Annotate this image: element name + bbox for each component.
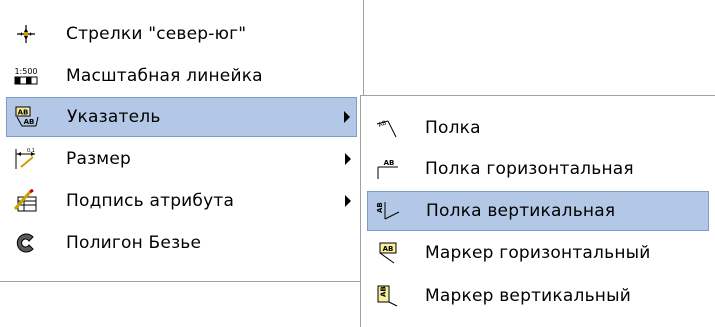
menu-item-bezier-polygon[interactable]: Полигон Безье: [6, 223, 357, 263]
menu-item-scale-bar[interactable]: 1:500 Масштабная линейка: [6, 56, 357, 96]
horizontal-shelf-icon-text: AB: [384, 159, 395, 167]
leader-pointer-icon-text-lower: AB: [24, 118, 35, 126]
menu-item-attribute-label[interactable]: Подпись атрибута: [6, 181, 357, 221]
svg-text:0,1: 0,1: [27, 148, 35, 154]
menu-item-label: Маркер горизонтальный: [425, 243, 651, 263]
submenu-item-shelf[interactable]: AB Полка: [367, 108, 709, 148]
submenu-pointer: AB Полка AB Полка горизонтальная AB Полк…: [360, 95, 715, 327]
horizontal-marker-icon: AB: [373, 239, 401, 267]
submenu-item-horizontal-shelf[interactable]: AB Полка горизонтальная: [367, 149, 709, 189]
scale-bar-icon-text: 1:500: [14, 67, 37, 76]
bezier-polygon-icon: [12, 229, 40, 257]
svg-text:AB: AB: [377, 119, 387, 128]
menu-item-label: Полка вертикальная: [426, 201, 616, 221]
dimension-icon: 0,1: [12, 145, 40, 173]
vertical-marker-icon: AB: [373, 282, 401, 310]
leader-pointer-icon-text: AB: [18, 109, 29, 117]
scale-bar-icon: 1:500: [12, 62, 40, 90]
submenu-arrow-icon: [345, 195, 351, 207]
context-menu: Стрелки "север-юг" 1:500 Масштабная лине…: [0, 0, 364, 282]
submenu-item-vertical-shelf[interactable]: AB Полка вертикальная: [367, 191, 709, 231]
menu-item-label: Полка горизонтальная: [425, 159, 634, 179]
menu-item-label: Указатель: [67, 107, 161, 127]
horizontal-marker-icon-text: AB: [383, 245, 394, 253]
menu-item-label: Масштабная линейка: [66, 66, 263, 86]
vertical-shelf-icon: AB: [374, 197, 402, 225]
menu-item-label: Полигон Безье: [66, 233, 202, 253]
menu-item-label: Полка: [425, 118, 481, 138]
leader-shelf-icon: AB: [373, 114, 401, 142]
menu-item-label: Размер: [66, 149, 131, 169]
submenu-item-horizontal-marker[interactable]: AB Маркер горизонтальный: [367, 233, 709, 273]
submenu-arrow-icon: [344, 111, 350, 123]
menu-item-north-south-arrows[interactable]: Стрелки "север-юг": [6, 14, 357, 54]
horizontal-shelf-icon: AB: [373, 155, 401, 183]
menu-item-label: Маркер вертикальный: [425, 286, 631, 306]
submenu-arrow-icon: [345, 153, 351, 165]
menu-item-pointer[interactable]: AB AB Указатель: [6, 97, 357, 137]
north-south-arrows-icon: [12, 20, 40, 48]
attribute-label-icon: [12, 187, 40, 215]
svg-text:AB: AB: [376, 202, 384, 213]
menu-item-dimension[interactable]: 0,1 Размер: [6, 139, 357, 179]
leader-pointer-icon: AB AB: [13, 103, 41, 131]
svg-text:AB: AB: [380, 286, 388, 297]
menu-item-label: Подпись атрибута: [66, 191, 235, 211]
submenu-item-vertical-marker[interactable]: AB Маркер вертикальный: [367, 276, 709, 316]
menu-item-label: Стрелки "север-юг": [66, 24, 247, 44]
